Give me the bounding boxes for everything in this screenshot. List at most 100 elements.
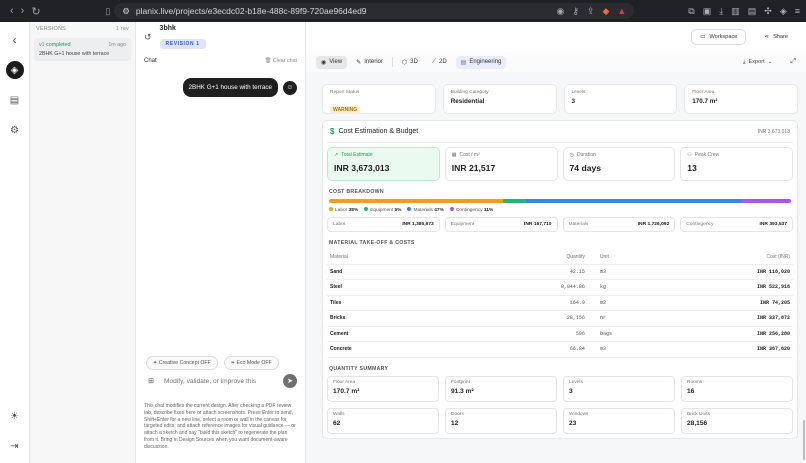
- version-status: completed: [46, 42, 71, 48]
- export-icon: ⤓: [743, 58, 746, 65]
- breakdown-name: Equipment: [450, 222, 475, 227]
- legend-label: Equipment: [370, 208, 394, 213]
- version-card[interactable]: v1 completed 1m ago 2BHK G+1 house with …: [34, 38, 131, 61]
- table-row: Tiles 164.9 m2 INR 74,205: [327, 295, 793, 311]
- clear-chat-button[interactable]: 🗑 Clear chat: [265, 58, 297, 64]
- floor-area-card: Floor Area 170.7 m²: [684, 84, 798, 114]
- tab-interior-label: Interior: [364, 59, 383, 65]
- back-icon[interactable]: ‹: [10, 5, 14, 18]
- legend-label: Materials: [413, 208, 433, 213]
- legend-materials: Materials 47%: [407, 207, 444, 213]
- tab-view[interactable]: ◉ View: [316, 55, 348, 69]
- cell-unit: m3: [587, 264, 672, 280]
- export-label: Export: [748, 59, 765, 65]
- vpn-icon[interactable]: ◈: [780, 6, 787, 17]
- brave-shield-icon[interactable]: ◆: [602, 6, 609, 17]
- cost-breakdown-legend: Labor 38% Equipment 5% Materials 47% Con…: [329, 207, 791, 213]
- cell-cost: INR 118,020: [671, 264, 793, 280]
- quantity-card: Doors 12: [445, 407, 557, 434]
- versions-count: 1 rev: [115, 26, 129, 32]
- cell-material: Sand: [327, 264, 495, 280]
- key-icon[interactable]: ⚷: [572, 6, 579, 17]
- brave-rewards-icon[interactable]: ▲: [617, 6, 626, 17]
- puzzle-icon[interactable]: ✣: [764, 6, 772, 17]
- settings-icon[interactable]: ⚙: [6, 121, 24, 139]
- cell-cost: INR 337,872: [671, 310, 793, 327]
- building-category-label: Building Category: [450, 90, 489, 95]
- scrollbar[interactable]: [803, 420, 805, 460]
- forward-icon[interactable]: ›: [21, 5, 25, 18]
- app: ‹ ◈ ▤ ⚙ ☀ ⇥ VERSIONS 1 rev v1 completed …: [0, 22, 806, 463]
- breakdown-amount: INR 393,537: [759, 222, 787, 227]
- legend-pct: 47%: [434, 208, 444, 213]
- cell-quantity: 596: [494, 326, 588, 342]
- cube-icon[interactable]: ◈: [5, 61, 24, 79]
- quantity-value: 16: [687, 387, 695, 395]
- workspace-label: Workspace: [709, 34, 738, 40]
- main-panel: ▭ Workspace ⋖ Share ◉ View ✎ Interior ⬡ 3D ⟋ 2…: [306, 22, 806, 463]
- breakdown-amount: INR 1,385,673: [402, 222, 434, 227]
- site-info-icon[interactable]: ⚙: [122, 6, 130, 17]
- dollar-icon: $: [330, 127, 335, 136]
- extension-icon[interactable]: ⧉: [688, 6, 694, 17]
- logout-icon[interactable]: ⇥: [6, 437, 24, 455]
- attach-icon[interactable]: ⊞: [144, 374, 158, 388]
- legend-labor: Labor 38%: [329, 207, 358, 213]
- tab-interior[interactable]: ✎ Interior: [351, 56, 388, 69]
- media-icon[interactable]: ▣: [703, 6, 712, 17]
- cell-material: Bricks: [327, 310, 495, 327]
- quantity-summary-title: QUANTITY SUMMARY: [329, 365, 389, 372]
- history-icon[interactable]: ↺: [144, 32, 152, 43]
- location-icon[interactable]: ◉: [556, 6, 564, 17]
- theme-icon[interactable]: ☀: [6, 407, 24, 425]
- download-icon[interactable]: ⤓: [719, 6, 723, 17]
- sidebar-icon[interactable]: ▥: [731, 6, 740, 17]
- menu-icon[interactable]: ≡: [795, 6, 800, 17]
- share-page-icon[interactable]: ⇪: [587, 6, 595, 17]
- folder-icon: ▭: [700, 34, 706, 40]
- chat-input[interactable]: [164, 377, 277, 385]
- cost-title: Cost Estimation & Budget: [338, 128, 419, 135]
- quantity-value: 91.3 m²: [451, 387, 474, 395]
- brush-icon: ✎: [356, 59, 362, 66]
- tab-2d-label: 2D: [439, 59, 447, 65]
- export-button[interactable]: ⤓ Export ⌄: [743, 59, 772, 66]
- cell-unit: bags: [587, 326, 672, 342]
- chat-pane: ↺ 3bhk REVISION 1 Chat 🗑 Clear chat 2BHK…: [136, 22, 306, 463]
- document-icon[interactable]: ▤: [6, 91, 24, 109]
- cell-quantity: 164.9: [494, 295, 588, 311]
- metric-total-estimate: ↗ Total Estimate INR 3,673,013: [327, 147, 440, 181]
- tab-engineering[interactable]: ▤ Engineering: [455, 55, 507, 69]
- url-text[interactable]: planix.live/projects/e3ecdc02-b18e-488c-…: [136, 6, 367, 16]
- cost-bar-segment: [502, 199, 526, 203]
- version-time: 1m ago: [108, 42, 126, 48]
- wallet-icon[interactable]: ▤: [748, 6, 757, 17]
- collapse-icon[interactable]: ‹: [6, 31, 24, 49]
- tab-3d[interactable]: ⬡ 3D: [397, 56, 423, 69]
- reload-icon[interactable]: ↻: [31, 5, 40, 18]
- leaf-icon: ❧: [230, 360, 236, 366]
- bookmark-icon[interactable]: ▯: [105, 6, 110, 17]
- address-bar[interactable]: ⚙ planix.live/projects/e3ecdc02-b18e-488…: [114, 3, 635, 19]
- send-button[interactable]: ➤: [283, 374, 297, 388]
- tab-engineering-label: Engineering: [469, 59, 502, 65]
- quantity-value: 12: [451, 419, 459, 427]
- quantity-label: Brick Units: [687, 411, 710, 417]
- eco-mode-toggle[interactable]: ❧ Eco Mode OFF: [223, 356, 279, 370]
- quantity-value: 28,156: [687, 419, 708, 427]
- quantity-label: Walls: [333, 411, 345, 417]
- box-icon: ⬡: [401, 59, 408, 66]
- creative-concept-toggle[interactable]: ✦ Creative Concept OFF: [146, 356, 218, 370]
- workspace-button[interactable]: ▭ Workspace: [691, 29, 747, 45]
- tab-3d-label: 3D: [410, 59, 418, 65]
- share-button[interactable]: ⋖ Share: [756, 30, 796, 44]
- cost-bar-segment: [525, 199, 741, 203]
- share-label: Share: [773, 34, 788, 40]
- tab-2d[interactable]: ⟋ 2D: [427, 56, 452, 69]
- info-row: Report Status WARNING Building Category …: [322, 84, 798, 114]
- expand-icon[interactable]: ⤢: [790, 58, 796, 66]
- building-category-card: Building Category Residential: [442, 84, 557, 114]
- cell-quantity: 66.84: [494, 341, 588, 358]
- trash-icon: 🗑: [264, 58, 272, 64]
- building-category-value: Residential: [450, 98, 485, 105]
